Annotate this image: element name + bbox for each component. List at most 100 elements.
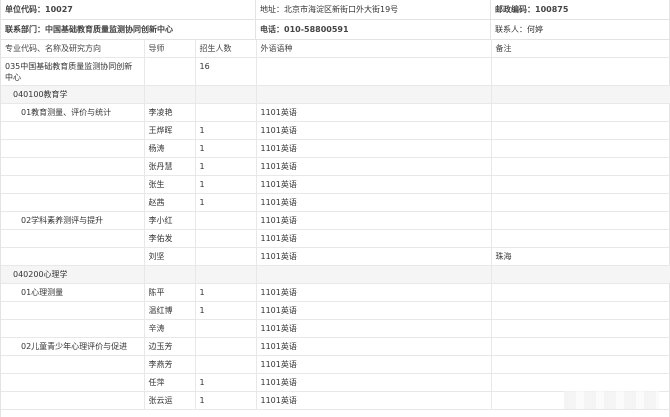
direction-name	[1, 391, 145, 410]
language-cell: 1101英语	[256, 337, 492, 356]
note-cell	[491, 337, 670, 356]
col-header: 备注	[491, 40, 670, 58]
tutor-name: 李凌艳	[144, 103, 196, 122]
language-cell: 1101英语	[256, 319, 492, 338]
table-header: 专业代码、名称及研究方向 导师 招生人数 外语语种 备注	[1, 40, 670, 58]
col-header: 专业代码、名称及研究方向	[1, 40, 145, 58]
address: 地址：北京市海淀区新街口外大街19号	[256, 0, 491, 19]
note-cell	[491, 139, 670, 158]
department: 联系部门：中国基础教育质量监测协同创新中心	[1, 20, 256, 39]
table-cell	[491, 85, 670, 104]
tutor-name: 辛涛	[144, 319, 196, 338]
direction-name	[1, 193, 145, 212]
major-name: 040100教育学	[1, 85, 145, 104]
note-cell	[491, 211, 670, 230]
direction-name: 02学科素养测评与提升	[1, 211, 145, 230]
direction-name	[1, 355, 145, 374]
direction-name	[1, 175, 145, 194]
info-row-1: 单位代码：10027 地址：北京市海淀区新街口外大街19号 邮政编码：10087…	[1, 0, 669, 20]
direction-name: 02儿童青少年心理评价与促进	[1, 337, 145, 356]
direction-name	[1, 121, 145, 140]
tutor-name: 李佑发	[144, 229, 196, 248]
tutor-name: 任萍	[144, 373, 196, 392]
table-cell	[256, 265, 492, 284]
table-row: 张丹慧 1 1101英语	[1, 157, 670, 176]
table-cell	[144, 85, 196, 104]
language-cell: 1101英语	[256, 175, 492, 194]
col-header: 导师	[144, 40, 196, 58]
quota-cell	[195, 337, 257, 356]
phone: 电话：010-58800591	[256, 20, 491, 39]
quota-cell: 1	[195, 301, 257, 320]
direction-name	[1, 157, 145, 176]
tutor-name: 温红博	[144, 301, 196, 320]
quota-cell	[195, 319, 257, 338]
direction-name	[1, 139, 145, 158]
direction-name	[1, 319, 145, 338]
language-cell: 1101英语	[256, 391, 492, 410]
table-row: 王烨晖 1 1101英语	[1, 121, 670, 140]
quota-cell: 1	[195, 283, 257, 302]
table-row: 张生 1 1101英语	[1, 175, 670, 194]
table-row: 杨涛 1 1101英语	[1, 139, 670, 158]
major-row: 040100教育学	[1, 85, 670, 104]
col-header: 外语语种	[256, 40, 492, 58]
table-row: 02学科素养测评与提升 李小红 1101英语	[1, 211, 670, 230]
quota-cell: 1	[195, 139, 257, 158]
language-cell: 1101英语	[256, 229, 492, 248]
enrollment-table: 专业代码、名称及研究方向 导师 招生人数 外语语种 备注 035中国基础教育质量…	[1, 40, 670, 410]
tutor-name: 边玉芳	[144, 337, 196, 356]
dept-row: 035中国基础教育质量监测协同创新中心 16	[1, 57, 670, 86]
tutor-name: 陈平	[144, 283, 196, 302]
tutor-name: 杨涛	[144, 139, 196, 158]
table-cell	[195, 265, 257, 284]
tutor-name: 李燕芳	[144, 355, 196, 374]
quota-cell	[195, 229, 257, 248]
quota-cell	[195, 103, 257, 122]
language-cell: 1101英语	[256, 247, 492, 266]
unit-code: 单位代码：10027	[1, 0, 256, 19]
tutor-name: 刘坚	[144, 247, 196, 266]
table-row: 李佑发 1101英语	[1, 229, 670, 248]
note-cell	[491, 373, 670, 392]
language-cell: 1101英语	[256, 301, 492, 320]
language-cell: 1101英语	[256, 211, 492, 230]
quota-cell: 1	[195, 373, 257, 392]
contact: 联系人：何婷	[495, 25, 543, 34]
note-cell	[491, 355, 670, 374]
note-cell	[491, 103, 670, 122]
direction-name	[1, 373, 145, 392]
note-cell	[491, 157, 670, 176]
note-cell	[491, 301, 670, 320]
language-cell: 1101英语	[256, 139, 492, 158]
table-cell	[144, 265, 196, 284]
note-cell	[491, 283, 670, 302]
direction-name	[1, 301, 145, 320]
note-cell: 珠海	[491, 247, 670, 266]
dept-quota: 16	[195, 57, 257, 86]
language-cell: 1101英语	[256, 373, 492, 392]
tutor-name: 张生	[144, 175, 196, 194]
quota-cell: 1	[195, 391, 257, 410]
language-cell: 1101英语	[256, 355, 492, 374]
table-row: 赵茜 1 1101英语	[1, 193, 670, 212]
language-cell: 1101英语	[256, 193, 492, 212]
table-cell	[195, 85, 257, 104]
direction-name: 01教育测量、评价与统计	[1, 103, 145, 122]
info-row-2: 联系部门：中国基础教育质量监测协同创新中心 电话：010-58800591 联系…	[1, 20, 669, 40]
quota-cell	[195, 247, 257, 266]
postcode: 邮政编码：100875	[495, 5, 569, 14]
language-cell: 1101英语	[256, 121, 492, 140]
table-row: 01心理测量 陈平 1 1101英语	[1, 283, 670, 302]
quota-cell: 1	[195, 157, 257, 176]
table-row: 辛涛 1101英语	[1, 319, 670, 338]
note-cell	[491, 229, 670, 248]
table-row: 温红博 1 1101英语	[1, 301, 670, 320]
note-cell	[491, 175, 670, 194]
quota-cell	[195, 355, 257, 374]
table-row: 02儿童青少年心理评价与促进 边玉芳 1101英语	[1, 337, 670, 356]
tutor-name: 张丹慧	[144, 157, 196, 176]
quota-cell: 1	[195, 175, 257, 194]
tutor-name: 赵茜	[144, 193, 196, 212]
quota-cell: 1	[195, 121, 257, 140]
